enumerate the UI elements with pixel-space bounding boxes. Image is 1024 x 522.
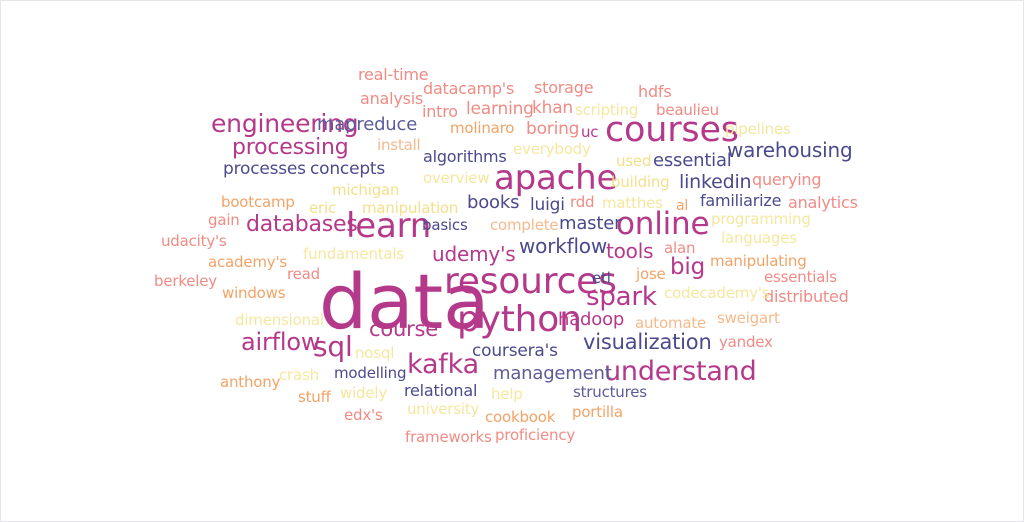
word-cloud-term: understand (604, 356, 757, 387)
word-cloud-term: uc (581, 123, 599, 141)
word-cloud-term: kafka (407, 349, 479, 380)
word-cloud-term: widely (340, 384, 388, 402)
word-cloud-term: sql (313, 330, 353, 363)
word-cloud-term: cookbook (485, 408, 556, 426)
word-cloud-term: luigi (530, 195, 565, 215)
word-cloud-term: analysis (360, 89, 424, 108)
word-cloud-term: complete (490, 216, 559, 234)
word-cloud-term: portilla (572, 403, 623, 421)
word-cloud-term: anthony (220, 373, 281, 391)
word-cloud-term: everybody (513, 140, 591, 158)
word-cloud-term: frameworks (405, 428, 492, 446)
word-cloud-term: rdd (570, 193, 595, 211)
word-cloud-term: udemy's (432, 242, 516, 266)
word-cloud-term: help (491, 385, 523, 403)
word-cloud-term: manipulation (362, 199, 459, 217)
word-cloud-term: visualization (583, 330, 712, 354)
word-cloud-term: jose (636, 265, 666, 283)
word-cloud-term: pipelines (725, 120, 791, 138)
word-cloud-term: beaulieu (656, 101, 719, 119)
word-cloud-term: familiarize (700, 191, 782, 210)
word-cloud-term: michigan (332, 181, 400, 199)
word-cloud-term: molinaro (450, 119, 515, 137)
word-cloud-term: etl (592, 269, 611, 287)
word-cloud-term: big (670, 254, 705, 280)
word-cloud-term: databases (246, 212, 358, 237)
word-cloud-term: scripting (575, 101, 639, 119)
word-cloud-term: processes (223, 159, 306, 179)
word-cloud-term: analytics (788, 193, 858, 212)
word-cloud-term: eric (309, 199, 337, 217)
word-cloud-term: warehousing (727, 138, 853, 162)
word-cloud-term: intro (422, 102, 458, 121)
word-cloud-term: real-time (358, 65, 429, 84)
word-cloud-term: course (369, 317, 438, 341)
word-cloud-term: spark (586, 282, 657, 312)
word-cloud-term: structures (573, 383, 647, 401)
word-cloud-term: used (616, 152, 652, 170)
word-cloud-term: distributed (764, 287, 849, 306)
word-cloud-term: boring (526, 119, 580, 139)
word-cloud-term: basics (422, 216, 468, 234)
word-cloud-term: install (377, 136, 421, 154)
word-cloud-term: academy's (208, 253, 288, 271)
word-cloud-term: management (493, 363, 612, 384)
word-cloud-term: gain (208, 211, 240, 229)
word-cloud-term: fundamentals (303, 245, 405, 263)
word-cloud-term: bootcamp (221, 193, 295, 211)
word-cloud-term: university (407, 400, 480, 418)
word-cloud-term: hadoop (558, 309, 625, 330)
word-cloud-term: matthes (602, 194, 663, 212)
word-cloud-term: linkedin (679, 171, 752, 193)
word-cloud-term: learning (466, 99, 534, 119)
word-cloud-term: overview (423, 169, 490, 187)
word-cloud-term: mapreduce (317, 114, 418, 135)
word-cloud-term: datacamp's (423, 79, 515, 98)
word-cloud-term: apache (494, 158, 618, 198)
word-cloud-term: proficiency (495, 426, 576, 444)
word-cloud-term: modelling (334, 364, 407, 382)
word-cloud-term: workflow (519, 234, 607, 258)
word-cloud-term: nosql (355, 344, 395, 362)
word-cloud-figure: data courses resources python apache learn onl… (0, 0, 1024, 522)
word-cloud-term: hdfs (638, 82, 672, 101)
word-cloud-term: alan (664, 239, 696, 257)
word-cloud-term: concepts (310, 159, 386, 179)
word-cloud-term: windows (222, 284, 286, 302)
word-cloud-term: stuff (298, 388, 331, 406)
word-cloud-term: udacity's (161, 232, 227, 250)
word-cloud-term: tools (606, 239, 654, 263)
word-cloud-term: berkeley (154, 272, 217, 290)
word-cloud-term: programming (711, 210, 811, 228)
word-cloud-term: coursera's (472, 341, 558, 361)
word-cloud-term: sweigart (717, 309, 780, 327)
word-cloud-term: edx's (344, 406, 383, 424)
word-cloud-term: processing (232, 135, 349, 160)
word-cloud-term: languages (721, 229, 797, 247)
word-cloud-term: master (559, 213, 622, 234)
word-cloud-term: manipulating (710, 252, 807, 270)
word-cloud-term: building (611, 173, 670, 191)
word-cloud-term: airflow (241, 328, 321, 356)
word-cloud-term: essential (653, 150, 732, 171)
word-cloud-term: yandex (719, 333, 773, 351)
word-cloud-term: read (287, 265, 320, 283)
word-cloud-term: relational (404, 381, 478, 400)
word-cloud-term: khan (532, 98, 574, 118)
word-cloud-term: codecademy's (664, 284, 770, 302)
word-cloud-term: algorithms (423, 147, 507, 166)
word-cloud-term: dimensional (235, 311, 324, 329)
word-cloud-term: automate (635, 314, 707, 332)
word-cloud-term: querying (752, 170, 822, 189)
word-cloud-term: books (467, 192, 520, 213)
word-cloud-term: al (676, 198, 689, 214)
word-cloud-term: essentials (764, 268, 837, 286)
word-cloud-term: storage (534, 78, 594, 97)
word-cloud-term: online (616, 206, 710, 242)
word-cloud-term: crash (279, 366, 319, 384)
